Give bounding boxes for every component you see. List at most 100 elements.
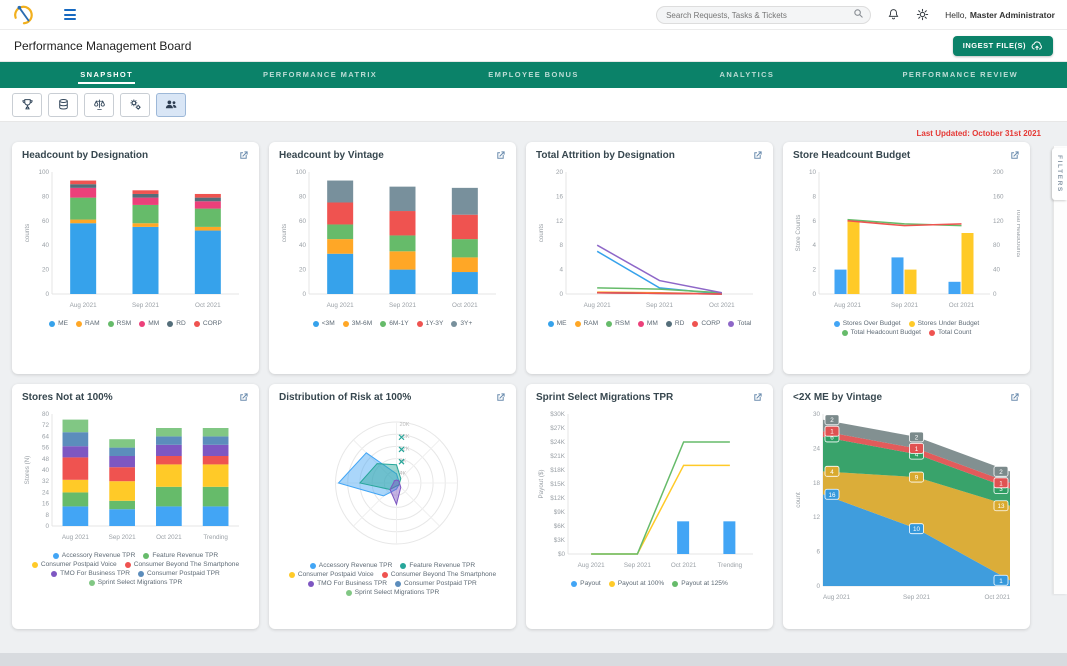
svg-text:$9K: $9K (554, 509, 566, 516)
svg-text:counts: counts (538, 224, 545, 243)
legend-item[interactable]: <3M (313, 320, 335, 327)
legend-item[interactable]: CORP (194, 320, 222, 327)
tab-employee-bonus[interactable]: EMPLOYEE BONUS (427, 62, 640, 88)
notifications-bell-icon[interactable] (887, 8, 900, 21)
legend-item[interactable]: RD (167, 320, 186, 327)
legend-item[interactable]: Total Headcount Budget (842, 329, 921, 336)
legend-item[interactable]: TMO For Business TPR (51, 570, 130, 577)
legend-item[interactable]: RSM (606, 320, 630, 327)
svg-text:2: 2 (812, 267, 816, 274)
svg-text:10: 10 (809, 169, 817, 176)
legend-item[interactable]: Accessory Revenue TPR (53, 552, 136, 559)
card-2x-me-by-vintage: <2X ME by Vintage 0612182430countAug 202… (783, 384, 1030, 629)
card-title: Sprint Select Migrations TPR (536, 392, 673, 404)
svg-text:$6K: $6K (554, 523, 566, 530)
legend-item[interactable]: MM (139, 320, 159, 327)
tab-analytics[interactable]: ANALYTICS (640, 62, 853, 88)
ingest-files-button[interactable]: INGEST FILE(S) (953, 36, 1053, 56)
gears-view-button[interactable] (120, 93, 150, 117)
svg-text:100: 100 (38, 169, 49, 176)
legend-item[interactable]: Consumer Postpaid TPR (395, 580, 477, 587)
tab-performance-matrix[interactable]: PERFORMANCE MATRIX (213, 62, 426, 88)
legend-item[interactable]: Payout at 100% (609, 580, 665, 587)
svg-text:18: 18 (813, 480, 821, 487)
legend-item[interactable]: Total Count (929, 329, 971, 336)
legend-item[interactable]: Feature Revenue TPR (400, 562, 475, 569)
svg-text:9: 9 (915, 475, 919, 482)
legend-item[interactable]: Accessory Revenue TPR (310, 562, 393, 569)
legend-item[interactable]: Consumer Postpaid Voice (32, 561, 117, 568)
svg-text:0: 0 (993, 291, 997, 298)
svg-text:16: 16 (42, 501, 50, 508)
expand-icon[interactable] (238, 150, 249, 161)
legend-item[interactable]: MM (638, 320, 658, 327)
expand-icon[interactable] (1009, 392, 1020, 403)
legend-item[interactable]: Consumer Postpaid Voice (289, 571, 374, 578)
legend-item[interactable]: 3Y+ (451, 320, 472, 327)
legend-item[interactable]: Stores Over Budget (834, 320, 901, 327)
legend-item[interactable]: RAM (76, 320, 100, 327)
svg-text:60: 60 (299, 218, 307, 225)
svg-text:8: 8 (812, 193, 816, 200)
svg-text:4: 4 (812, 242, 816, 249)
expand-icon[interactable] (495, 150, 506, 161)
svg-text:$3K: $3K (554, 537, 566, 544)
legend-item[interactable]: TMO For Business TPR (308, 580, 387, 587)
legend-item[interactable]: Sprint Select Migrations TPR (346, 589, 440, 596)
legend-item[interactable]: ME (548, 320, 567, 327)
legend-item[interactable]: RD (666, 320, 685, 327)
svg-text:$0: $0 (558, 551, 566, 558)
svg-text:Sep 2021: Sep 2021 (891, 302, 918, 309)
expand-icon[interactable] (1009, 150, 1020, 161)
tab-performance-review[interactable]: PERFORMANCE REVIEW (854, 62, 1067, 88)
legend-item[interactable]: RSM (108, 320, 132, 327)
legend-item[interactable]: 6M-1Y (380, 320, 408, 327)
legend-item[interactable]: Consumer Beyond The Smartphone (125, 561, 239, 568)
filters-tab[interactable]: FILTERS (1052, 148, 1067, 200)
svg-text:Total Headcounts: Total Headcounts (1015, 209, 1020, 258)
legend-item[interactable]: 3M-6M (343, 320, 373, 327)
legend-item[interactable]: CORP (692, 320, 720, 327)
user-greeting[interactable]: Hello,Master Administrator (945, 10, 1055, 20)
titlebar: Performance Management Board INGEST FILE… (0, 30, 1067, 62)
legend-item[interactable]: Payout at 125% (672, 580, 728, 587)
legend-item[interactable]: 1Y-3Y (417, 320, 444, 327)
legend-item[interactable]: Feature Revenue TPR (143, 552, 218, 559)
svg-text:64: 64 (42, 433, 50, 440)
legend-item[interactable]: ME (49, 320, 68, 327)
legend-item[interactable]: Stores Under Budget (909, 320, 980, 327)
legend-item[interactable]: Consumer Postpaid TPR (138, 570, 220, 577)
svg-text:Sep 2021: Sep 2021 (624, 562, 651, 569)
menu-toggle-icon[interactable] (64, 9, 76, 20)
svg-text:Aug 2021: Aug 2021 (70, 302, 97, 309)
expand-icon[interactable] (752, 392, 763, 403)
settings-gear-icon[interactable] (916, 8, 929, 21)
topbar: Hello,Master Administrator (0, 0, 1067, 30)
people-view-button[interactable] (156, 93, 186, 117)
coins-view-button[interactable] (48, 93, 78, 117)
legend-item[interactable]: RAM (575, 320, 599, 327)
chart-store-headcount-budget: 0246810Store Counts04080120160200Total H… (793, 164, 1020, 319)
card-distribution-of-risk: Distribution of Risk at 100% 4K8K12K16K2… (269, 384, 516, 629)
trophy-view-button[interactable] (12, 93, 42, 117)
svg-text:Aug 2021: Aug 2021 (578, 562, 605, 569)
expand-icon[interactable] (752, 150, 763, 161)
svg-text:8: 8 (45, 512, 49, 519)
svg-text:4: 4 (830, 469, 834, 476)
tab-snapshot[interactable]: SNAPSHOT (0, 62, 213, 88)
gears-icon (129, 98, 142, 111)
svg-text:Oct 2021: Oct 2021 (984, 594, 1010, 601)
legend-item[interactable]: Consumer Beyond The Smartphone (382, 571, 496, 578)
expand-icon[interactable] (495, 392, 506, 403)
legend-item[interactable]: Payout (571, 580, 601, 587)
legend: Stores Over Budget Stores Under Budget Tot… (793, 320, 1020, 336)
legend-item[interactable]: Sprint Select Migrations TPR (89, 579, 183, 586)
scale-view-button[interactable] (84, 93, 114, 117)
svg-text:24: 24 (813, 445, 821, 452)
search-input[interactable] (656, 6, 871, 24)
svg-text:Oct 2021: Oct 2021 (156, 534, 182, 541)
legend-item[interactable]: Total (728, 320, 751, 327)
svg-text:160: 160 (993, 193, 1004, 200)
expand-icon[interactable] (238, 392, 249, 403)
card-stores-not-at-100: Stores Not at 100% 08162432404856647280S… (12, 384, 259, 629)
